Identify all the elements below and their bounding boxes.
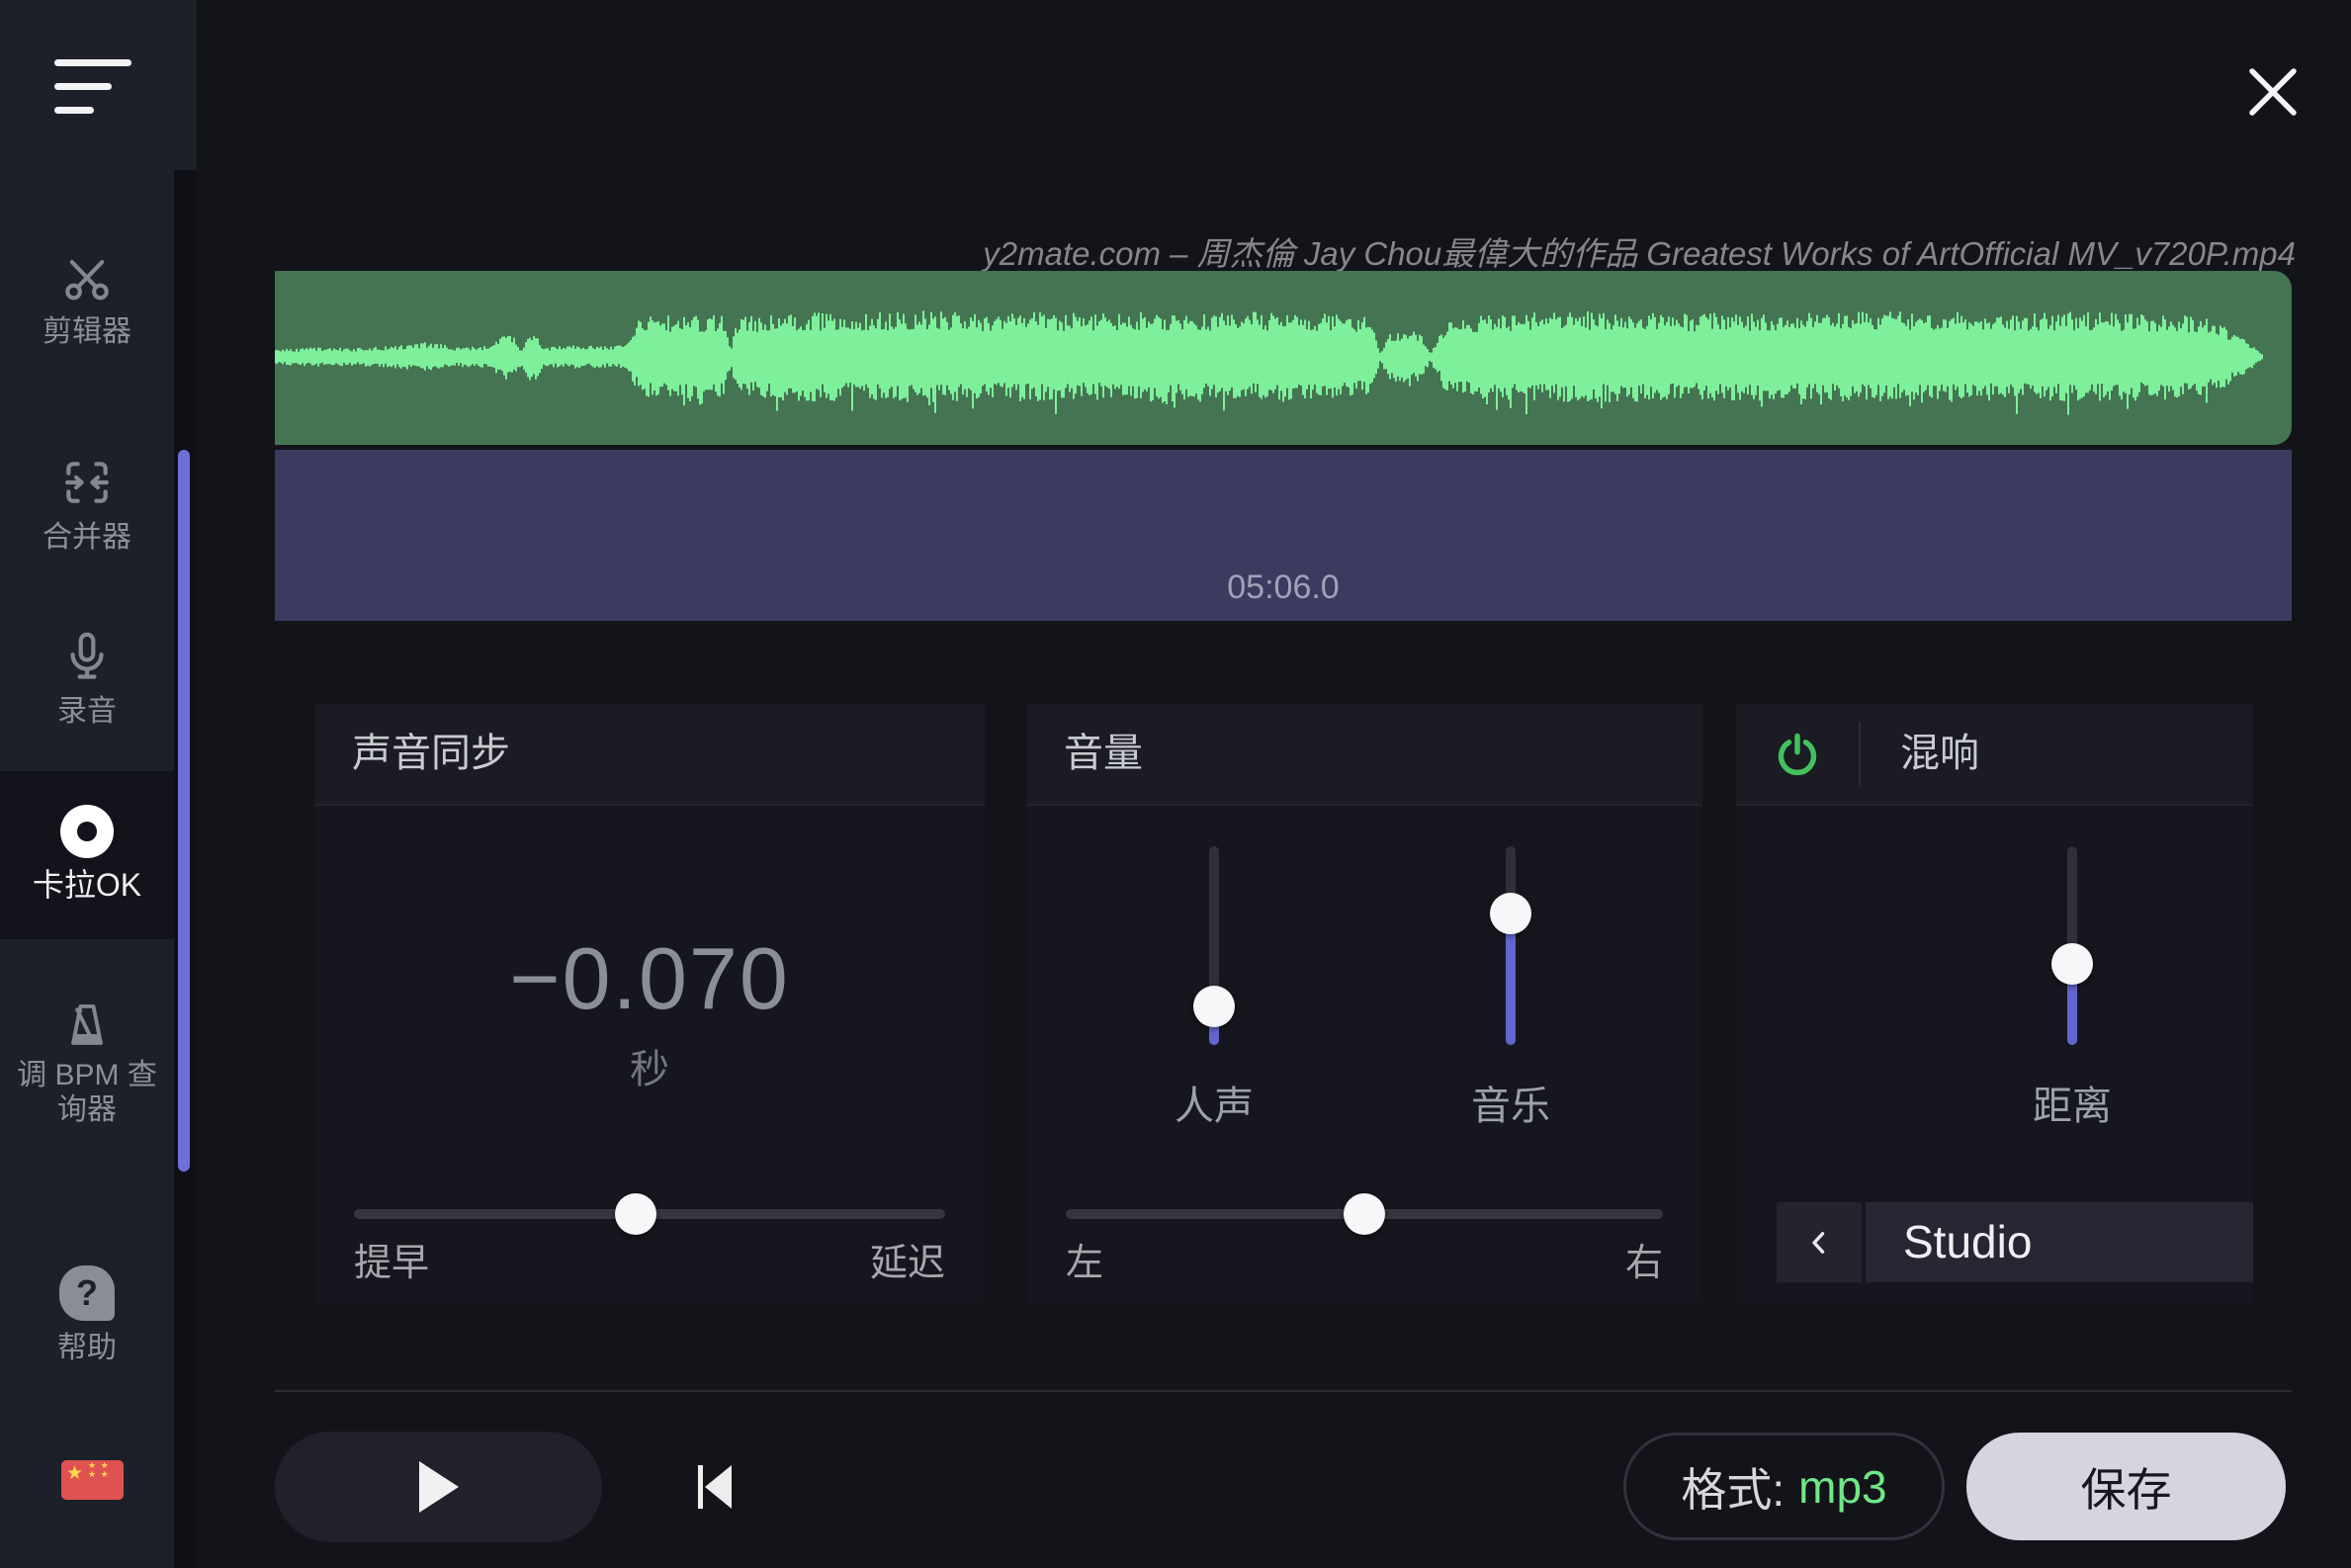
sidebar-item-label: 卡拉OK xyxy=(0,868,174,903)
preset-value[interactable]: Studio xyxy=(1866,1202,2253,1282)
question-icon: ? xyxy=(0,1265,174,1321)
slider-thumb[interactable] xyxy=(2051,943,2093,985)
save-label: 保存 xyxy=(2081,1454,2172,1520)
power-icon[interactable] xyxy=(1772,730,1823,781)
vocal-volume-slider[interactable] xyxy=(1193,846,1235,1045)
slider-thumb[interactable] xyxy=(1344,1193,1385,1235)
sidebar-item-editor[interactable]: 剪辑器 xyxy=(0,253,174,349)
sidebar-item-label: 调 BPM 查 xyxy=(0,1058,174,1092)
sidebar-item-label: 剪辑器 xyxy=(0,314,174,349)
sidebar-item-karaoke[interactable]: 卡拉OK xyxy=(0,805,174,903)
panel-reverb: 混响 距离 Studio xyxy=(1736,704,2253,1303)
music-label: 音乐 xyxy=(1412,1074,1610,1131)
sidebar-item-label: 录音 xyxy=(0,694,174,729)
format-label: 格式: xyxy=(1681,1454,1785,1520)
sync-offset-value: −0.070 xyxy=(314,935,985,1022)
skip-to-start-icon xyxy=(696,1463,736,1511)
sync-offset-unit: 秒 xyxy=(314,1048,985,1091)
sync-offset-slider[interactable] xyxy=(354,1194,945,1234)
balance-right-label: 右 xyxy=(1625,1232,1663,1286)
balance-slider[interactable] xyxy=(1066,1194,1663,1234)
sidebar-item-recorder[interactable]: 录音 xyxy=(0,629,174,729)
footer-divider xyxy=(275,1390,2292,1392)
format-button[interactable]: 格式: mp3 xyxy=(1623,1433,1945,1540)
china-flag-language-button[interactable]: ★ ★ ★★ ★ xyxy=(61,1460,124,1500)
sidebar: 剪辑器 合并器 录音 xyxy=(0,0,196,1568)
distance-label: 距离 xyxy=(1973,1074,2171,1131)
timeline-track[interactable]: 05:06.0 xyxy=(275,450,2292,621)
main-area: y2mate.com – 周杰倫 Jay Chou最偉大的作品 Greatest… xyxy=(196,0,2351,1568)
sync-delay-label: 延迟 xyxy=(870,1232,945,1286)
merge-icon xyxy=(0,455,174,510)
play-button[interactable] xyxy=(275,1432,602,1542)
sidebar-item-label: 帮助 xyxy=(0,1331,174,1365)
sidebar-scrollbar-thumb[interactable] xyxy=(178,450,190,1172)
disc-icon xyxy=(0,805,174,858)
music-volume-slider[interactable] xyxy=(1490,846,1531,1045)
header-divider xyxy=(1859,722,1861,787)
preset-previous-button[interactable] xyxy=(1777,1202,1862,1282)
hamburger-menu-icon[interactable] xyxy=(54,56,137,118)
app-window: 剪辑器 合并器 录音 xyxy=(0,0,2351,1568)
scissors-icon xyxy=(0,253,174,305)
panel-volume: 音量 人声 音乐 左 右 xyxy=(1026,704,1702,1303)
panel-header: 音量 xyxy=(1026,704,1702,806)
duration-label: 05:06.0 xyxy=(275,568,2292,607)
panel-header: 声音同步 xyxy=(314,704,985,806)
metronome-icon xyxy=(0,999,174,1052)
panel-sound-sync: 声音同步 −0.070 秒 提早 延迟 xyxy=(314,704,985,1303)
reverb-distance-slider[interactable] xyxy=(2051,846,2093,1045)
skip-to-start-button[interactable] xyxy=(696,1463,736,1511)
slider-thumb[interactable] xyxy=(1193,986,1235,1027)
slider-thumb[interactable] xyxy=(615,1193,656,1235)
sidebar-item-label: 合并器 xyxy=(0,520,174,555)
audio-waveform[interactable] xyxy=(275,271,2292,445)
panel-title: 混响 xyxy=(1900,704,1979,804)
play-icon xyxy=(419,1461,459,1513)
slider-thumb[interactable] xyxy=(1490,893,1531,934)
sidebar-item-help[interactable]: ? 帮助 xyxy=(0,1265,174,1365)
reverb-preset-selector: Studio xyxy=(1777,1202,2253,1282)
close-icon[interactable] xyxy=(2244,63,2302,121)
balance-left-label: 左 xyxy=(1066,1232,1103,1286)
format-value: mp3 xyxy=(1798,1460,1886,1514)
sync-earlier-label: 提早 xyxy=(354,1232,429,1286)
save-button[interactable]: 保存 xyxy=(1966,1433,2286,1540)
microphone-icon xyxy=(0,629,174,684)
vocal-label: 人声 xyxy=(1115,1074,1313,1131)
panel-title: 声音同步 xyxy=(352,704,510,804)
panel-header: 混响 xyxy=(1736,704,2253,806)
sidebar-item-bpm-finder[interactable]: 调 BPM 查 询器 xyxy=(0,999,174,1127)
panel-title: 音量 xyxy=(1064,704,1143,804)
sidebar-item-merger[interactable]: 合并器 xyxy=(0,455,174,555)
loaded-file-name: y2mate.com – 周杰倫 Jay Chou最偉大的作品 Greatest… xyxy=(983,227,2296,275)
sidebar-item-label: 询器 xyxy=(0,1092,174,1127)
